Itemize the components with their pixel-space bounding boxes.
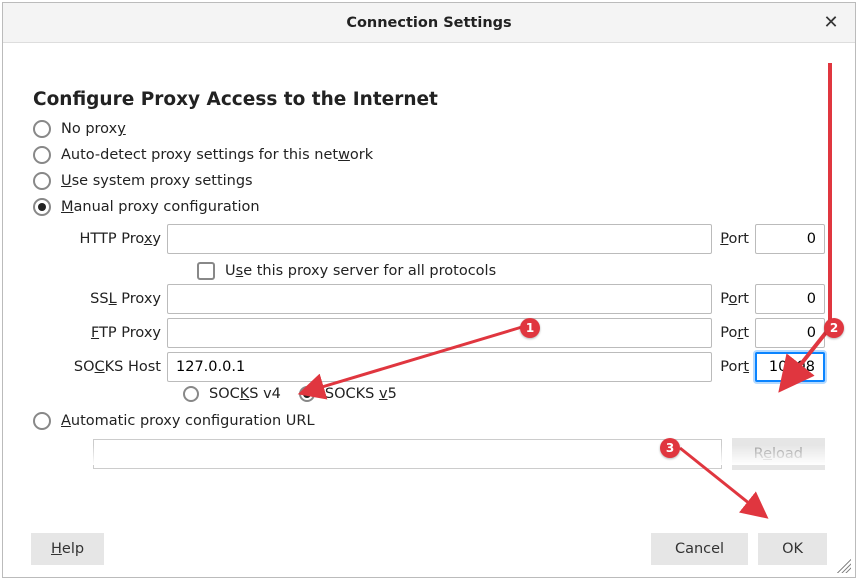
http-proxy-input[interactable] — [167, 224, 712, 254]
annotation-bubble-3: 3 — [660, 438, 680, 458]
radio-icon — [33, 120, 51, 138]
http-proxy-row: HTTP Proxy Port — [63, 224, 825, 254]
window-title: Connection Settings — [346, 15, 511, 31]
http-port-input[interactable] — [755, 224, 825, 254]
connection-settings-window: Connection Settings ✕ Configure Proxy Ac… — [2, 2, 856, 578]
annotation-bubble-2: 2 — [824, 318, 844, 338]
radio-icon — [33, 198, 51, 216]
content-area: Configure Proxy Access to the Internet N… — [3, 43, 855, 521]
radio-icon — [299, 386, 315, 402]
radio-socks-v5[interactable]: SOCKS v5 — [299, 386, 397, 402]
radio-icon — [183, 386, 199, 402]
radio-auto-detect[interactable]: Auto-detect proxy settings for this netw… — [33, 146, 825, 164]
radio-use-system[interactable]: Use system proxy settings — [33, 172, 825, 190]
section-heading: Configure Proxy Access to the Internet — [33, 89, 825, 110]
radio-no-proxy[interactable]: No proxy — [33, 120, 825, 138]
help-button[interactable]: Help — [31, 533, 104, 565]
radio-icon — [33, 172, 51, 190]
close-icon[interactable]: ✕ — [819, 11, 843, 35]
use-all-row[interactable]: Use this proxy server for all protocols — [197, 262, 825, 280]
ssl-port-input[interactable] — [755, 284, 825, 314]
cancel-button[interactable]: Cancel — [651, 533, 748, 565]
checkbox-icon — [197, 262, 215, 280]
radio-icon — [33, 412, 51, 430]
annotation-bubble-1: 1 — [520, 318, 540, 338]
manual-proxy-grid: HTTP Proxy Port Use this proxy server fo… — [63, 224, 825, 402]
socks-host-input[interactable] — [167, 352, 712, 382]
socks-port-input[interactable] — [755, 352, 825, 382]
socks-host-row: SOCKS Host Port — [63, 352, 825, 382]
scrollbar[interactable] — [843, 43, 855, 521]
radio-socks-v4[interactable]: SOCKS v4 — [183, 386, 281, 402]
radio-auto-url[interactable]: Automatic proxy configuration URL — [33, 412, 825, 430]
resize-grip-icon[interactable] — [837, 559, 851, 573]
radio-manual[interactable]: Manual proxy configuration — [33, 198, 825, 216]
button-bar: Help Cancel OK — [3, 521, 855, 577]
ok-button[interactable]: OK — [758, 533, 827, 565]
ftp-proxy-row: FTP Proxy Port — [63, 318, 825, 348]
titlebar: Connection Settings ✕ — [3, 3, 855, 43]
ssl-proxy-input[interactable] — [167, 284, 712, 314]
ftp-port-input[interactable] — [755, 318, 825, 348]
ssl-proxy-row: SSL Proxy Port — [63, 284, 825, 314]
ftp-proxy-input[interactable] — [167, 318, 712, 348]
radio-icon — [33, 146, 51, 164]
fade — [33, 445, 825, 465]
socks-version-row: SOCKS v4 SOCKS v5 — [183, 386, 825, 402]
